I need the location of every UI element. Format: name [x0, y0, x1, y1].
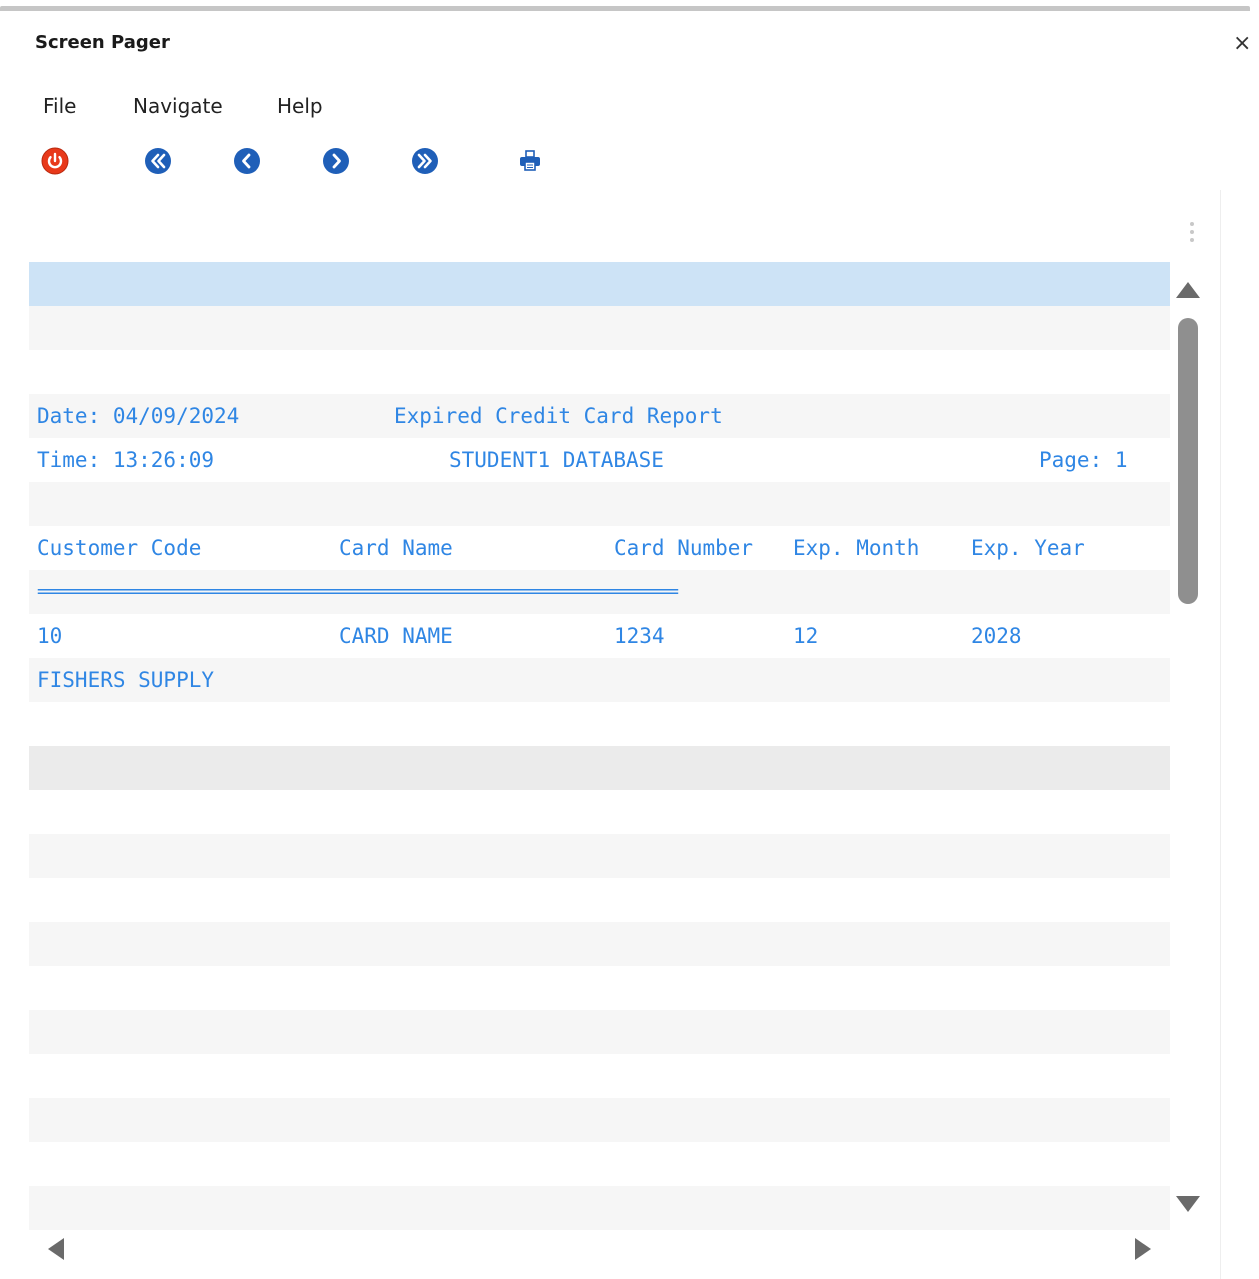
report-line[interactable]	[29, 834, 1170, 878]
first-page-button[interactable]	[143, 146, 173, 176]
report-separator: ========================================…	[37, 582, 679, 602]
header-exp-year: Exp. Year	[971, 536, 1085, 560]
cell-customer-code: 10	[37, 624, 63, 648]
next-page-icon	[323, 148, 349, 174]
report-line[interactable]	[29, 482, 1170, 526]
cell-card-name: CARD NAME	[339, 624, 453, 648]
cell-exp-month: 12	[793, 624, 819, 648]
report-page-number: Page: 1	[1039, 448, 1128, 472]
report-line[interactable]	[29, 1142, 1170, 1186]
close-icon[interactable]: ×	[1233, 33, 1251, 55]
panel-grip[interactable]	[1190, 222, 1194, 246]
menu-bar: File Navigate Help	[0, 94, 600, 126]
scroll-left-icon[interactable]	[48, 1238, 64, 1260]
print-button[interactable]	[515, 146, 545, 176]
menu-help[interactable]: Help	[277, 94, 323, 118]
report-line[interactable]	[29, 790, 1170, 834]
last-page-icon	[412, 148, 438, 174]
report-line[interactable]	[29, 350, 1170, 394]
menu-navigate[interactable]: Navigate	[133, 94, 223, 118]
exit-button[interactable]	[40, 146, 70, 176]
header-card-name: Card Name	[339, 536, 453, 560]
window-top-edge	[0, 6, 1250, 11]
report-line[interactable]	[29, 306, 1170, 350]
window-title: Screen Pager	[35, 32, 170, 53]
report-line[interactable]	[29, 922, 1170, 966]
report-line[interactable]	[29, 702, 1170, 746]
report-line[interactable]: 10 CARD NAME 1234 12 2028	[29, 614, 1170, 658]
panel-divider	[1220, 190, 1221, 1279]
horizontal-scrollbar[interactable]	[29, 1230, 1170, 1270]
report-date: Date: 04/09/2024	[37, 404, 240, 428]
report-line[interactable]	[29, 1054, 1170, 1098]
report-line[interactable]	[29, 966, 1170, 1010]
report-line[interactable]	[29, 1010, 1170, 1054]
report-line[interactable]	[29, 1186, 1170, 1230]
vertical-scroll-thumb[interactable]	[1178, 318, 1198, 604]
next-page-button[interactable]	[321, 146, 351, 176]
toolbar	[0, 146, 700, 180]
report-line[interactable]	[29, 262, 1170, 306]
report-line[interactable]	[29, 1098, 1170, 1142]
report-line[interactable]: Customer Code Card Name Card Number Exp.…	[29, 526, 1170, 570]
cell-customer-name: FISHERS SUPPLY	[37, 668, 215, 692]
report-time: Time: 13:26:09	[37, 448, 215, 472]
report-line[interactable]: FISHERS SUPPLY	[29, 658, 1170, 702]
report-line[interactable]: Time: 13:26:09 STUDENT1 DATABASE Page: 1	[29, 438, 1170, 482]
scroll-right-icon[interactable]	[1135, 1238, 1151, 1260]
cell-exp-year: 2028	[971, 624, 1022, 648]
header-exp-month: Exp. Month	[793, 536, 920, 560]
printer-icon	[520, 150, 540, 171]
menu-file[interactable]: File	[43, 94, 76, 118]
cell-card-number: 1234	[614, 624, 665, 648]
previous-page-icon	[234, 148, 260, 174]
first-page-icon	[145, 148, 171, 174]
previous-page-button[interactable]	[232, 146, 262, 176]
report-line[interactable]: Date: 04/09/2024 Expired Credit Card Rep…	[29, 394, 1170, 438]
report-viewer[interactable]: Date: 04/09/2024 Expired Credit Card Rep…	[29, 262, 1170, 1230]
last-page-button[interactable]	[410, 146, 440, 176]
report-line[interactable]: ========================================…	[29, 570, 1170, 614]
power-icon	[41, 147, 69, 175]
report-title: Expired Credit Card Report	[394, 404, 723, 428]
window-top-border	[0, 0, 1259, 12]
report-database: STUDENT1 DATABASE	[449, 448, 664, 472]
scroll-down-icon[interactable]	[1176, 1196, 1200, 1212]
header-card-number: Card Number	[614, 536, 754, 560]
report-line[interactable]	[29, 878, 1170, 922]
report-line[interactable]	[29, 746, 1170, 790]
scroll-up-icon[interactable]	[1176, 282, 1200, 298]
header-customer-code: Customer Code	[37, 536, 202, 560]
